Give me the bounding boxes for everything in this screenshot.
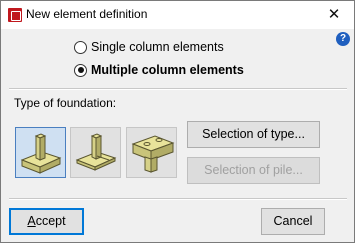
pad-footing-icon [20,133,62,174]
single-column-radio[interactable]: Single column elements [74,39,224,55]
close-button[interactable]: ✕ [314,1,354,29]
foundation-type-label: Type of foundation: [14,96,117,110]
separator [9,198,347,200]
cancel-button[interactable]: Cancel [261,208,325,235]
accept-mnemonic: A [27,214,36,228]
window-title: New element definition [26,7,148,21]
accept-label: ccept [35,214,66,228]
app-icon [8,8,22,22]
multiple-column-radio[interactable]: Multiple column elements [74,62,244,78]
close-icon: ✕ [327,6,341,23]
foundation-type-pile-cap-button[interactable] [70,127,121,178]
foundation-type-pile-button[interactable] [126,127,177,178]
accept-button[interactable]: Accept [9,208,84,235]
foundation-type-pad-button[interactable] [15,127,66,178]
pile-cap-footing-icon [75,133,117,171]
help-icon[interactable]: ? [336,32,350,46]
radio-button-icon [74,40,87,54]
dialog-window: New element definition ✕ ? Single column… [0,0,355,243]
pile-foundation-icon [131,135,175,173]
separator [9,88,347,90]
radio-button-checked-icon [74,63,87,77]
selection-of-pile-button[interactable]: Selection of pile... [187,157,320,184]
selection-of-type-button[interactable]: Selection of type... [187,121,320,148]
title-bar: New element definition ✕ [1,1,354,29]
single-column-label: Single column elements [91,40,224,54]
multiple-column-label: Multiple column elements [91,63,244,77]
